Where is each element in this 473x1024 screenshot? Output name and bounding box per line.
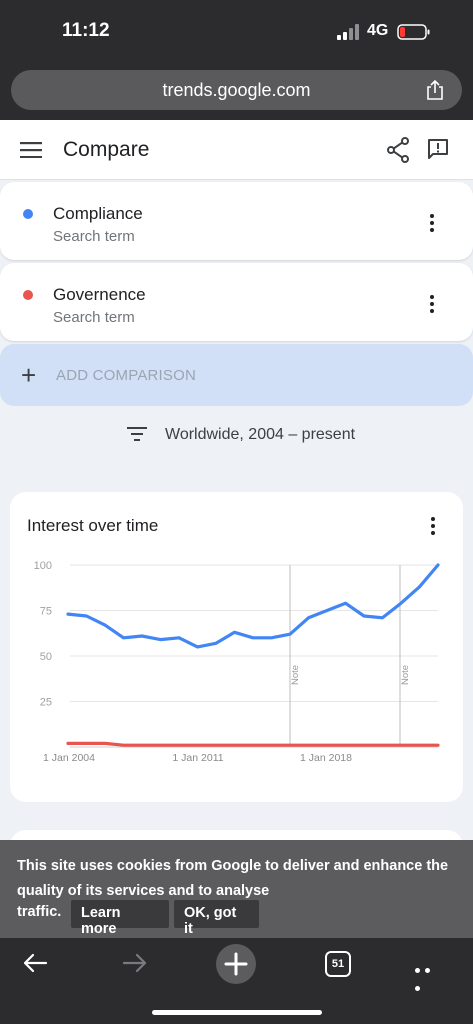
ok-got-it-button[interactable]: OK, got it xyxy=(174,900,259,937)
y-tick-label: 25 xyxy=(40,697,52,709)
chart-title: Interest over time xyxy=(27,516,159,535)
more-horiz-icon[interactable] xyxy=(415,960,443,991)
battery-icon xyxy=(397,24,430,40)
note-label: Note xyxy=(400,665,411,685)
url-field[interactable]: trends.google.com xyxy=(11,70,462,110)
term-type: Search term xyxy=(53,228,135,245)
filter-row[interactable]: Worldwide, 2004 – present xyxy=(0,415,473,455)
menu-icon[interactable] xyxy=(20,142,42,158)
url-text: trends.google.com xyxy=(162,80,311,100)
interest-over-time-card: Interest over time 100 75 50 25 1 Jan 2004 1 … xyxy=(10,492,463,802)
term-color-dot xyxy=(23,290,33,300)
series-line-1 xyxy=(66,741,440,747)
x-tick-label: 1 Jan 2018 xyxy=(300,752,352,764)
browser-share-icon[interactable] xyxy=(424,79,446,101)
signal-icon xyxy=(337,24,359,40)
home-indicator xyxy=(152,1010,322,1015)
app-header: Compare xyxy=(0,120,473,180)
feedback-icon[interactable] xyxy=(426,137,450,161)
y-tick-label: 100 xyxy=(34,560,52,572)
filter-icon xyxy=(127,427,147,441)
add-comparison-label: ADD COMPARISON xyxy=(56,367,197,384)
browser-toolbar: 51 xyxy=(0,938,473,1024)
term-card-compliance[interactable]: Compliance Search term xyxy=(0,182,473,260)
learn-more-button[interactable]: Learn more xyxy=(71,900,169,937)
x-tick-label: 1 Jan 2004 xyxy=(43,752,95,764)
back-arrow-icon[interactable] xyxy=(22,952,48,974)
page-title: Compare xyxy=(63,138,150,161)
filter-summary: Worldwide, 2004 – present xyxy=(165,426,356,443)
x-tick-label: 1 Jan 2011 xyxy=(172,752,223,764)
status-time: 11:12 xyxy=(62,20,110,41)
tabs-count-icon[interactable]: 51 xyxy=(325,951,351,977)
forward-arrow-icon[interactable] xyxy=(122,952,148,974)
interest-chart: 100 75 50 25 1 Jan 2004 1 Jan 2011 1 Jan 2018 N… xyxy=(34,560,440,764)
term-type: Search term xyxy=(53,309,135,326)
more-vert-icon[interactable] xyxy=(428,295,436,317)
y-tick-label: 50 xyxy=(40,651,52,663)
network-type: 4G xyxy=(367,22,389,39)
term-name: Governence xyxy=(53,285,146,304)
plus-icon xyxy=(224,952,248,976)
cookie-banner: This site uses cookies from Google to de… xyxy=(0,840,473,938)
note-label: Note xyxy=(290,665,301,685)
cookie-message: This site uses cookies from Google to de… xyxy=(17,858,449,899)
term-color-dot xyxy=(23,209,33,219)
add-comparison-button[interactable]: + ADD COMPARISON xyxy=(0,344,473,406)
more-vert-icon[interactable] xyxy=(429,517,437,539)
browser-url-bar: trends.google.com xyxy=(0,62,473,120)
series-line-0 xyxy=(66,563,440,649)
term-name: Compliance xyxy=(53,204,143,223)
y-tick-label: 75 xyxy=(40,606,52,618)
share-icon[interactable] xyxy=(386,137,410,163)
term-card-governence[interactable]: Governence Search term xyxy=(0,263,473,341)
new-tab-button[interactable] xyxy=(216,944,256,984)
status-bar: 11:12 4G xyxy=(0,0,473,62)
plus-icon: + xyxy=(21,360,37,390)
trends-page: Compare Compliance Search term Governenc… xyxy=(0,120,473,938)
cookie-message-end: traffic. xyxy=(17,904,62,920)
more-vert-icon[interactable] xyxy=(428,214,436,236)
